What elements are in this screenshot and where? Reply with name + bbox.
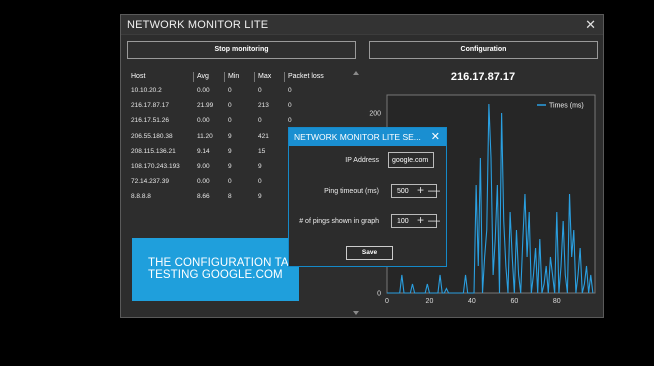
dialog-title: NETWORK MONITOR LITE SE... [294,132,421,142]
cell-max: 15 [258,147,266,155]
cell-host: 72.14.237.39 [131,178,169,186]
cell-packet-loss: 0 [288,87,292,94]
minus-icon[interactable]: — [428,183,440,197]
cell-avg: 9.14 [197,147,210,155]
cell-min: 9 [228,147,232,155]
cell-max: 9 [258,193,262,201]
minus-icon[interactable]: — [428,213,440,227]
pings-shown-stepper[interactable]: 100 + — [391,213,440,228]
save-button[interactable]: Save [346,246,393,260]
dialog-close-icon[interactable]: ✕ [431,130,440,143]
caption-line-2: TESTING GOOGLE.COM [148,269,283,281]
cell-host: 8.8.8.8 [131,193,151,201]
cell-host: 108.170.243.193 [131,162,180,170]
title-bar: NETWORK MONITOR LITE ✕ [121,15,603,35]
header-avg: Avg [197,73,209,80]
x-tick-label: 80 [553,298,561,305]
cell-max: 0 [258,117,262,125]
table-header: Host Avg Min Max Packet loss [127,71,351,83]
pings-shown-value: 100 [397,217,409,225]
caption-line-1: THE CONFIGURATION TAB [148,257,297,269]
caption-banner: THE CONFIGURATION TAB TESTING GOOGLE.COM [132,238,299,301]
column-divider [193,72,194,82]
close-icon[interactable]: ✕ [585,17,596,33]
cell-min: 0 [228,87,232,94]
cell-avg: 0.00 [197,178,210,186]
cell-avg: 8.66 [197,193,210,201]
cell-host: 216.17.51.26 [131,117,169,125]
cell-min: 0 [228,178,232,186]
x-tick-label: 40 [468,298,476,305]
y-tick-label: 0 [377,291,381,298]
x-tick-label: 0 [385,298,389,305]
plus-icon[interactable]: + [417,213,424,227]
cell-host: 10.10.20.2 [131,87,162,94]
cell-avg: 21.99 [197,102,214,110]
cell-max: 213 [258,102,269,110]
ip-address-label: IP Address [345,157,379,164]
ping-timeout-stepper[interactable]: 500 + — [391,183,440,198]
cell-max: 421 [258,132,269,140]
ping-timeout-value: 500 [397,187,409,195]
graph-title: 216.17.87.17 [450,71,516,83]
cell-max: 0 [258,178,262,186]
ip-address-input[interactable] [388,152,434,168]
column-divider [224,72,225,82]
cell-avg: 0.00 [197,117,210,125]
table-row[interactable]: 216.17.87.17 21.99 0 213 0 [127,98,351,113]
column-divider [284,72,285,82]
settings-dialog: NETWORK MONITOR LITE SE... ✕ IP Address … [288,127,447,267]
cell-max: 0 [258,87,262,94]
cell-min: 9 [228,162,232,170]
header-min: Min [228,73,240,80]
cell-max: 9 [258,162,262,170]
column-divider [254,72,255,82]
cell-min: 9 [228,132,232,140]
ping-timeout-label: Ping timeout (ms) [324,188,379,195]
cell-avg: 9.00 [197,162,210,170]
header-packet-loss: Packet loss [288,73,324,80]
cell-packet-loss: 0 [288,102,292,110]
cell-packet-loss: 0 [288,117,292,125]
cell-host: 216.17.87.17 [131,102,169,110]
legend-label: Times (ms) [549,103,584,110]
window-title: NETWORK MONITOR LITE [127,19,269,31]
scroll-up-icon[interactable] [353,71,359,75]
cell-min: 0 [228,117,232,125]
cell-host: 208.115.136.21 [131,147,176,155]
cell-min: 8 [228,193,232,201]
configuration-button[interactable]: Configuration [369,41,598,59]
header-host: Host [131,73,146,80]
plus-icon[interactable]: + [417,183,424,197]
header-max: Max [258,73,272,80]
x-tick-label: 20 [426,298,434,305]
x-tick-label: 60 [510,298,518,305]
pings-shown-label: # of pings shown in graph [299,218,379,225]
cell-avg: 11.20 [197,132,213,140]
cell-host: 206.55.180.38 [131,132,173,140]
table-row[interactable]: 10.10.20.2 0.00 0 0 0 [127,83,351,98]
cell-avg: 0.00 [197,87,210,94]
stop-monitoring-button[interactable]: Stop monitoring [127,41,356,59]
scroll-down-icon[interactable] [353,311,359,315]
cell-min: 0 [228,102,232,110]
dialog-title-bar: NETWORK MONITOR LITE SE... ✕ [289,128,446,146]
y-tick-label: 200 [369,111,381,118]
